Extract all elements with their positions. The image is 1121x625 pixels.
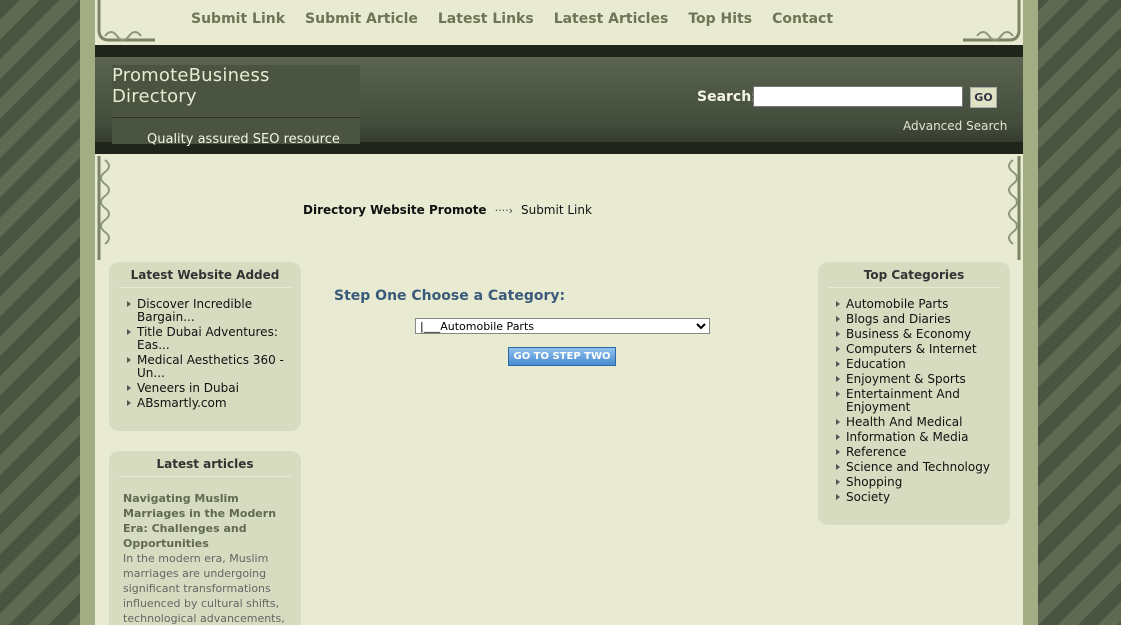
latest-website-item[interactable]: Discover Incredible Bargain... bbox=[127, 298, 287, 324]
breadcrumb: Directory Website Promote ····› Submit L… bbox=[303, 203, 592, 217]
article-title-link[interactable]: Navigating Muslim Marriages in the Moder… bbox=[123, 491, 289, 551]
top-navigation: Submit Link Submit Article Latest Links … bbox=[95, 0, 1023, 45]
site-name: PromoteBusiness Directory bbox=[112, 65, 270, 107]
category-link[interactable]: Shopping bbox=[836, 476, 996, 489]
page-inner: Submit Link Submit Article Latest Links … bbox=[95, 0, 1023, 625]
search-label: Search: bbox=[697, 89, 757, 105]
celtic-border-left-icon bbox=[95, 156, 117, 262]
category-link[interactable]: Information & Media bbox=[836, 431, 996, 444]
category-select[interactable]: |___Automobile Parts bbox=[415, 318, 710, 334]
nav-submit-article[interactable]: Submit Article bbox=[305, 11, 418, 27]
celtic-knot-ornament-icon bbox=[95, 0, 205, 42]
celtic-knot-ornament-icon bbox=[913, 0, 1023, 42]
latest-articles-box: Latest articles Navigating Muslim Marria… bbox=[109, 451, 301, 625]
top-categories-title: Top Categories bbox=[828, 262, 1000, 288]
go-to-step-two-button[interactable]: GO TO STEP TWO bbox=[508, 347, 616, 366]
top-categories-box: Top Categories Automobile Parts Blogs an… bbox=[818, 262, 1010, 525]
advanced-search-link[interactable]: Advanced Search bbox=[903, 119, 1007, 133]
nav-menu: Submit Link Submit Article Latest Links … bbox=[191, 11, 853, 27]
celtic-border-right-icon bbox=[1001, 156, 1023, 262]
latest-website-item[interactable]: Title Dubai Adventures: Eas... bbox=[127, 326, 287, 352]
site-tagline: Quality assured SEO resource bbox=[147, 132, 340, 147]
latest-website-item[interactable]: Veneers in Dubai bbox=[127, 382, 287, 395]
category-link[interactable]: Business & Economy bbox=[836, 328, 996, 341]
site-header: PromoteBusiness Directory Quality assure… bbox=[95, 45, 1023, 154]
category-link[interactable]: Reference bbox=[836, 446, 996, 459]
latest-website-item[interactable]: Medical Aesthetics 360 - Un... bbox=[127, 354, 287, 380]
search-input[interactable] bbox=[753, 86, 963, 107]
category-link[interactable]: Society bbox=[836, 491, 996, 504]
step-one-title: Step One Choose a Category: bbox=[334, 288, 566, 304]
nav-top-hits[interactable]: Top Hits bbox=[688, 11, 752, 27]
category-link[interactable]: Science and Technology bbox=[836, 461, 996, 474]
category-link[interactable]: Enjoyment & Sports bbox=[836, 373, 996, 386]
latest-websites-list: Discover Incredible Bargain... Title Dub… bbox=[109, 298, 301, 410]
page-frame: Submit Link Submit Article Latest Links … bbox=[80, 0, 1038, 625]
latest-website-item[interactable]: ABsmartly.com bbox=[127, 397, 287, 410]
latest-websites-title: Latest Website Added bbox=[119, 262, 291, 288]
category-link[interactable]: Computers & Internet bbox=[836, 343, 996, 356]
search-go-button[interactable]: GO bbox=[970, 87, 997, 108]
nav-contact[interactable]: Contact bbox=[772, 11, 833, 27]
nav-submit-link[interactable]: Submit Link bbox=[191, 11, 285, 27]
latest-articles-title: Latest articles bbox=[119, 451, 291, 477]
category-link[interactable]: Automobile Parts bbox=[836, 298, 996, 311]
article-excerpt: In the modern era, Muslim marriages are … bbox=[123, 552, 285, 625]
nav-latest-links[interactable]: Latest Links bbox=[438, 11, 534, 27]
category-link[interactable]: Entertainment And Enjoyment bbox=[836, 388, 996, 414]
breadcrumb-current: Submit Link bbox=[520, 203, 592, 217]
logo-divider bbox=[112, 117, 360, 118]
breadcrumb-arrow-icon: ····› bbox=[494, 203, 513, 217]
breadcrumb-home-link[interactable]: Directory Website Promote bbox=[303, 203, 487, 217]
category-link[interactable]: Blogs and Diaries bbox=[836, 313, 996, 326]
site-logo[interactable]: PromoteBusiness Directory Quality assure… bbox=[112, 65, 360, 147]
category-link[interactable]: Education bbox=[836, 358, 996, 371]
top-categories-list: Automobile Parts Blogs and Diaries Busin… bbox=[818, 298, 1010, 504]
latest-websites-box: Latest Website Added Discover Incredible… bbox=[109, 262, 301, 431]
category-link[interactable]: Health And Medical bbox=[836, 416, 996, 429]
nav-latest-articles[interactable]: Latest Articles bbox=[554, 11, 669, 27]
